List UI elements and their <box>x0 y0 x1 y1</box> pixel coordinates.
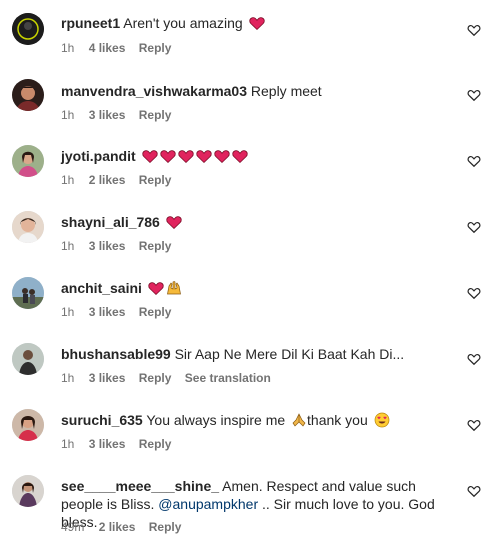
comment-likes[interactable]: 3 likes <box>89 371 126 385</box>
like-heart-icon[interactable] <box>467 220 483 236</box>
avatar[interactable] <box>12 475 44 507</box>
comment-time: 1h <box>61 108 75 122</box>
comment-likes[interactable]: 4 likes <box>89 41 126 55</box>
reply-button[interactable]: Reply <box>139 108 172 122</box>
reply-button[interactable]: Reply <box>139 41 172 55</box>
like-heart-icon[interactable] <box>467 418 483 434</box>
comment-likes[interactable]: 2 likes <box>89 173 126 187</box>
comment-time: 1h <box>61 239 75 253</box>
comment-body: anchit_saini <box>61 279 453 297</box>
avatar[interactable] <box>12 409 44 441</box>
like-heart-icon[interactable] <box>467 154 483 170</box>
red-heart-icon <box>213 148 230 164</box>
red-heart-icon <box>148 280 164 296</box>
comment-username[interactable]: anchit_saini <box>61 280 142 296</box>
comment-username[interactable]: suruchi_635 <box>61 412 143 428</box>
comment-time: 1h <box>61 41 75 55</box>
heart-eyes-icon <box>374 412 390 428</box>
comment-time: 49m <box>61 520 85 534</box>
like-heart-icon[interactable] <box>467 286 483 302</box>
red-heart-icon <box>231 148 248 164</box>
comment-meta: 1h 3 likes Reply <box>61 238 181 254</box>
comment-text: Sir Aap Ne Mere Dil Ki Baat Kah Di... <box>174 346 405 362</box>
comment-meta: 1h 3 likes Reply <box>61 436 181 452</box>
comment-body: bhushansable99 Sir Aap Ne Mere Dil Ki Ba… <box>61 345 453 363</box>
comment-username[interactable]: jyoti.pandit <box>61 148 136 164</box>
reply-button[interactable]: Reply <box>139 239 172 253</box>
comment-text: You always inspire me <box>146 412 286 428</box>
comment-body: shayni_ali_786 <box>61 213 453 231</box>
like-heart-icon[interactable] <box>467 88 483 104</box>
comment-body: jyoti.pandit <box>61 147 453 165</box>
avatar[interactable] <box>12 79 44 111</box>
comment-time: 1h <box>61 305 75 319</box>
comment-likes[interactable]: 2 likes <box>99 520 136 534</box>
reply-button[interactable]: Reply <box>139 305 172 319</box>
comment-likes[interactable]: 3 likes <box>89 108 126 122</box>
red-heart-icon <box>166 214 182 230</box>
raised-hands-icon <box>166 280 182 296</box>
like-heart-icon[interactable] <box>467 23 483 39</box>
comment-text: Aren't you amazing <box>123 15 243 31</box>
reply-button[interactable]: Reply <box>149 520 182 534</box>
red-heart-icon <box>159 148 176 164</box>
red-heart-icon <box>177 148 194 164</box>
red-heart-icon <box>248 15 265 31</box>
reply-button[interactable]: Reply <box>139 173 172 187</box>
comment-body: rpuneet1 Aren't you amazing <box>61 14 453 32</box>
comment-body: manvendra_vishwakarma03 Reply meet <box>61 82 453 100</box>
comment-meta: 1h 3 likes Reply See translation <box>61 370 281 386</box>
comment-meta: 1h 3 likes Reply <box>61 304 181 320</box>
comment-time: 1h <box>61 173 75 187</box>
folded-hands-icon <box>291 412 307 428</box>
comment-body: suruchi_635 You always inspire me thank … <box>61 411 453 429</box>
comment-time: 1h <box>61 437 75 451</box>
see-translation-link[interactable]: See translation <box>185 371 271 385</box>
reply-button[interactable]: Reply <box>139 371 172 385</box>
comment-likes[interactable]: 3 likes <box>89 305 126 319</box>
comment-username[interactable]: shayni_ali_786 <box>61 214 160 230</box>
comment-username[interactable]: manvendra_vishwakarma03 <box>61 83 247 99</box>
comment-username[interactable]: rpuneet1 <box>61 15 120 31</box>
like-heart-icon[interactable] <box>467 484 483 500</box>
comment-likes[interactable]: 3 likes <box>89 437 126 451</box>
comment-meta: 1h 4 likes Reply <box>61 40 181 56</box>
like-heart-icon[interactable] <box>467 352 483 368</box>
comment-meta: 1h 3 likes Reply <box>61 107 181 123</box>
comment-meta: 1h 2 likes Reply <box>61 172 181 188</box>
red-heart-icon <box>195 148 212 164</box>
comment-text: Reply meet <box>250 83 322 99</box>
comment-username[interactable]: bhushansable99 <box>61 346 171 362</box>
avatar[interactable] <box>12 277 44 309</box>
comment-text-2: thank you <box>307 412 368 428</box>
mention-link[interactable]: @anupampkher <box>158 496 258 512</box>
comment-username[interactable]: see____meee___shine_ <box>61 478 219 494</box>
comment-meta: 49m 2 likes Reply <box>61 519 191 535</box>
reply-button[interactable]: Reply <box>139 437 172 451</box>
red-heart-icon <box>141 148 158 164</box>
comment-likes[interactable]: 3 likes <box>89 239 126 253</box>
avatar[interactable] <box>12 13 44 45</box>
avatar[interactable] <box>12 145 44 177</box>
avatar[interactable] <box>12 211 44 243</box>
avatar[interactable] <box>12 343 44 375</box>
comment-time: 1h <box>61 371 75 385</box>
